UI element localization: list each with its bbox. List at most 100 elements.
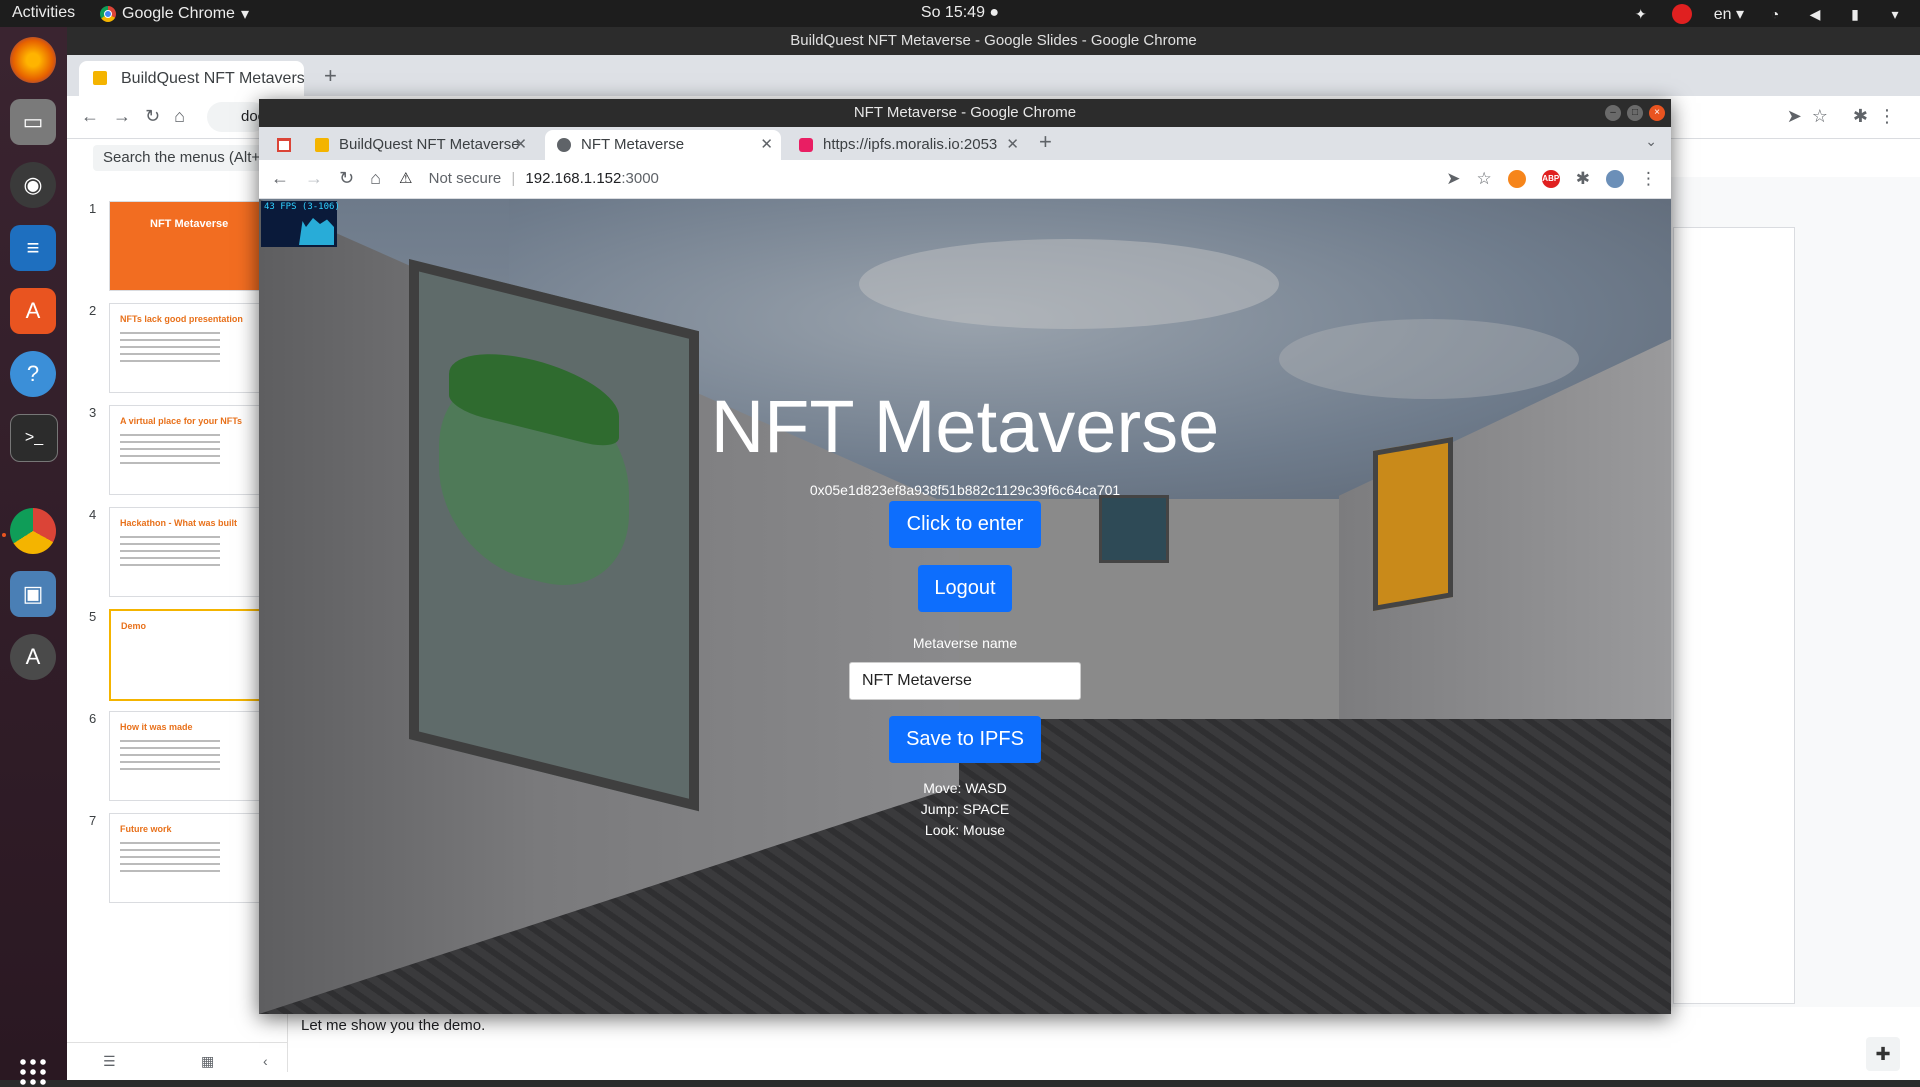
window-controls: – □ × [1605,105,1665,121]
browser-toolbar: ← → ↻ ⌂ ⚠ Not secure | 192.168.1.152:300… [259,160,1671,199]
profile-avatar[interactable] [1606,170,1624,188]
chrome-icon[interactable] [10,508,56,554]
software-icon[interactable]: A [10,288,56,334]
toolbar-icons: ➤ ☆ ABP ✱ ⋮ [1446,169,1657,189]
system-tray[interactable]: ✦ en ▾ ◔ ◀ ▮ ▾ [1632,4,1904,24]
address-bar[interactable]: doc [207,102,267,132]
tab-strip: BuildQuest NFT Metaverse ✕ NFT Metaverse… [259,127,1671,160]
click-to-enter-button[interactable]: Click to enter [889,501,1041,548]
slide-thumbnail[interactable]: How it was made [109,711,271,801]
moralis-icon [799,138,813,152]
battery-icon[interactable]: ▮ [1846,6,1864,22]
home-icon[interactable]: ⌂ [370,168,381,189]
explore-icon[interactable]: ✚ [1866,1037,1900,1071]
dock: ▭ ◉ ≡ A ? >_ ▣ A [0,27,67,1087]
grid-view-icon[interactable]: ▦ [201,1053,214,1070]
new-tab-icon[interactable]: + [1039,129,1052,155]
recording-indicator-icon[interactable] [1671,4,1692,24]
gmail-icon [277,138,291,152]
metaverse-name-input[interactable] [849,662,1081,700]
speaker-notes[interactable]: Let me show you the demo. [301,1017,485,1034]
url-port: :3000 [621,170,659,187]
navigation-buttons[interactable]: ←→↻⌂ [81,106,199,127]
reload-icon[interactable]: ↻ [339,168,354,189]
window-title: BuildQuest NFT Metaverse - Google Slides… [67,27,1920,55]
foreground-browser-window: NFT Metaverse - Google Chrome – □ × Buil… [259,99,1671,1014]
app-menu-label: Google Chrome [122,5,235,22]
shotwell-icon[interactable]: ▣ [10,571,56,617]
minimize-icon[interactable]: – [1605,105,1621,121]
security-label: Not secure [428,170,502,187]
tab-search-icon[interactable]: ⌄ [1645,133,1657,150]
bookmark-star-icon[interactable]: ☆ [1477,169,1492,189]
kebab-menu-icon[interactable]: ⋮ [1640,169,1657,189]
extensions-icon[interactable]: ✱ [1576,169,1590,189]
wallet-address: 0x05e1d823ef8a938f51b882c1129c39f6c64ca7… [809,482,1121,498]
slide-thumbnail-selected[interactable]: Demo [109,609,273,701]
writer-icon[interactable]: ≡ [10,225,56,271]
url-host: 192.168.1.152 [525,170,622,187]
slide-thumbnail[interactable]: A virtual place for your NFTs [109,405,271,495]
address-bar[interactable]: ⚠ Not secure | 192.168.1.152:3000 [399,164,1519,194]
slide-number: 6 [89,711,97,726]
collapse-icon[interactable]: ‹ [263,1053,268,1069]
tab-gmail[interactable] [273,130,297,160]
dropbox-icon[interactable]: ✦ [1632,6,1650,22]
clock[interactable]: So 15:49 ● [921,4,999,22]
slides-icon [315,138,329,152]
slide-number: 7 [89,813,97,828]
metaverse-viewport[interactable]: 43 FPS (3-106) NFT Metaverse 0x05e1d823e… [259,199,1671,1014]
maximize-icon[interactable]: □ [1627,105,1643,121]
close-tab-icon[interactable]: ✕ [760,130,773,160]
slide-number: 5 [89,609,97,624]
slide-number: 1 [89,201,97,216]
close-window-icon[interactable]: × [1649,105,1665,121]
close-tab-icon[interactable]: ✕ [514,130,527,160]
caret-down-icon: ▾ [240,6,249,23]
send-icon[interactable]: ➤ [1446,169,1460,189]
close-tab-icon[interactable]: ✕ [1006,130,1019,160]
adblock-icon[interactable]: ABP [1541,170,1560,188]
save-to-ipfs-button[interactable]: Save to IPFS [889,716,1041,763]
tab-slides[interactable]: BuildQuest NFT Metaverse [79,61,304,96]
metamask-icon[interactable] [1507,170,1526,188]
new-tab-icon[interactable]: + [324,63,337,89]
help-icon[interactable]: ? [10,351,56,397]
slide-canvas[interactable] [1673,227,1795,1004]
show-applications-icon[interactable] [18,1057,48,1087]
metaverse-name-label: Metaverse name [912,635,1018,651]
tab-slides[interactable]: BuildQuest NFT Metaverse ✕ [303,130,535,160]
firefox-icon[interactable] [10,37,56,83]
language-indicator[interactable]: en ▾ [1714,4,1744,24]
chrome-icon [100,6,116,22]
activities-button[interactable]: Activities [12,4,75,22]
slide-number: 3 [89,405,97,420]
toolbar-icons[interactable]: ➤☆ ✱⋮ [1787,106,1906,127]
controls-move: Move: WASD [923,780,1007,796]
updater-icon[interactable]: A [10,634,56,680]
logout-button[interactable]: Logout [918,565,1012,612]
slide-thumbnail[interactable]: NFT Metaverse [109,201,271,291]
wifi-icon[interactable]: ◔ [1766,6,1784,22]
files-icon[interactable]: ▭ [10,99,56,145]
tab-nft-metaverse[interactable]: NFT Metaverse ✕ [545,130,781,160]
terminal-icon[interactable]: >_ [10,414,58,462]
page-title: NFT Metaverse [710,385,1220,468]
active-app-indicator [2,533,6,537]
forward-icon[interactable]: → [305,168,323,189]
controls-jump: Jump: SPACE [920,801,1010,817]
window-title: NFT Metaverse - Google Chrome [259,99,1671,127]
slide-thumbnail[interactable]: NFTs lack good presentation [109,303,271,393]
tab-ipfs[interactable]: https://ipfs.moralis.io:2053 ✕ [787,130,1027,160]
volume-icon[interactable]: ◀ [1806,6,1824,22]
back-icon[interactable]: ← [271,168,289,189]
slide-number: 2 [89,303,97,318]
list-view-icon[interactable]: ☰ [103,1053,116,1070]
slide-thumbnail[interactable]: Hackathon - What was built [109,507,271,597]
power-menu-icon[interactable]: ▾ [1886,6,1904,22]
rhythmbox-icon[interactable]: ◉ [10,162,56,208]
controls-look: Look: Mouse [924,822,1006,838]
search-menus-input[interactable]: Search the menus (Alt+/) [93,145,273,171]
app-menu[interactable]: Google Chrome ▾ [100,4,249,24]
slide-thumbnail[interactable]: Future work [109,813,271,903]
